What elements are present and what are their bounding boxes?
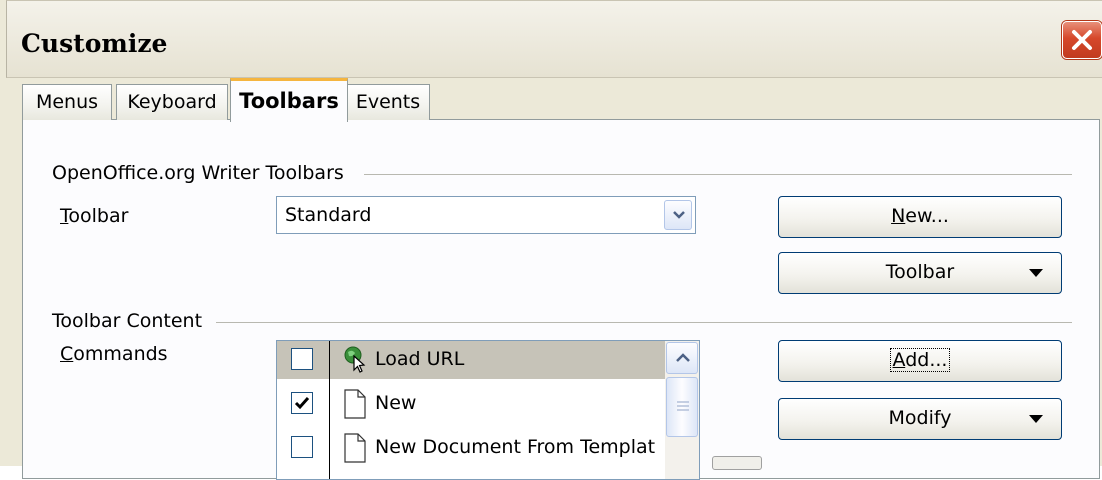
tab-menus[interactable]: Menus: [22, 84, 112, 120]
toolbar-label-text: oolbar: [68, 205, 129, 227]
modify-button-label: Modify: [888, 407, 952, 429]
command-label: New: [375, 392, 417, 414]
toolbar-content-section-divider: [216, 322, 1072, 323]
scroll-thumb[interactable]: [666, 377, 698, 437]
customize-dialog: Customize Menus Keyboard Toolbars Events…: [0, 0, 1102, 480]
tab-toolbars[interactable]: Toolbars: [230, 78, 348, 122]
commands-field-label: Commands: [60, 343, 168, 365]
load-url-icon: [344, 346, 366, 373]
list-item[interactable]: New: [277, 385, 665, 423]
command-checkbox[interactable]: [291, 436, 313, 458]
toolbar-field-label: Toolbar: [60, 205, 128, 227]
toolbar-select-value: Standard: [285, 204, 372, 226]
command-label: Load URL: [375, 348, 465, 370]
close-button[interactable]: [1062, 21, 1102, 59]
add-button-mnemonic: A: [892, 349, 906, 371]
chevron-down-icon: [673, 211, 685, 219]
list-column-divider: [329, 341, 330, 479]
window-title: Customize: [21, 29, 168, 58]
toolbars-section-title: OpenOffice.org Writer Toolbars: [52, 162, 356, 184]
new-from-template-icon: [344, 433, 366, 463]
tab-toolbars-label: Toolbars: [239, 89, 339, 113]
tab-events-label: Events: [355, 91, 421, 113]
checkmark-icon: [294, 397, 310, 410]
tab-keyboard[interactable]: Keyboard: [116, 84, 228, 120]
tab-keyboard-label: Keyboard: [127, 91, 217, 113]
dropdown-arrow-icon: [1029, 415, 1043, 423]
commands-list[interactable]: Load URL New New Document From Templat: [276, 340, 700, 480]
list-item[interactable]: Load URL: [277, 341, 665, 379]
move-up-button[interactable]: [712, 456, 762, 470]
chevron-up-icon: [676, 353, 690, 362]
command-label: New Document From Templat: [375, 436, 656, 458]
tab-events[interactable]: Events: [346, 84, 430, 120]
tab-menus-label: Menus: [35, 91, 99, 113]
toolbar-content-section-title: Toolbar Content: [52, 310, 215, 332]
list-item[interactable]: New Document From Templat: [277, 429, 665, 467]
close-icon: [1072, 30, 1092, 50]
add-button-focus: Add...: [889, 348, 951, 372]
new-document-icon: [344, 389, 366, 419]
command-checkbox[interactable]: [291, 392, 313, 414]
toolbar-menu-button[interactable]: Toolbar: [778, 252, 1062, 294]
commands-label-mnemonic: C: [60, 343, 74, 365]
new-button-mnemonic: N: [891, 205, 906, 227]
commands-scrollbar[interactable]: [665, 341, 699, 479]
grip-icon: [677, 401, 689, 411]
new-button-label: ew...: [905, 205, 949, 227]
modify-button[interactable]: Modify: [778, 398, 1062, 440]
add-command-button[interactable]: Add...: [778, 340, 1062, 382]
toolbar-menu-button-label: Toolbar: [885, 261, 955, 283]
toolbar-select[interactable]: Standard: [276, 196, 696, 234]
dropdown-arrow-icon: [1029, 269, 1043, 277]
new-toolbar-button[interactable]: New...: [778, 196, 1062, 238]
toolbars-section-divider: [364, 174, 1072, 175]
scroll-up-button[interactable]: [666, 342, 698, 374]
toolbar-select-dropdown-button[interactable]: [664, 200, 692, 230]
commands-label-text: ommands: [73, 343, 168, 365]
command-checkbox[interactable]: [291, 348, 313, 370]
title-bar[interactable]: Customize: [6, 0, 1102, 78]
add-button-label: dd...: [905, 349, 948, 371]
